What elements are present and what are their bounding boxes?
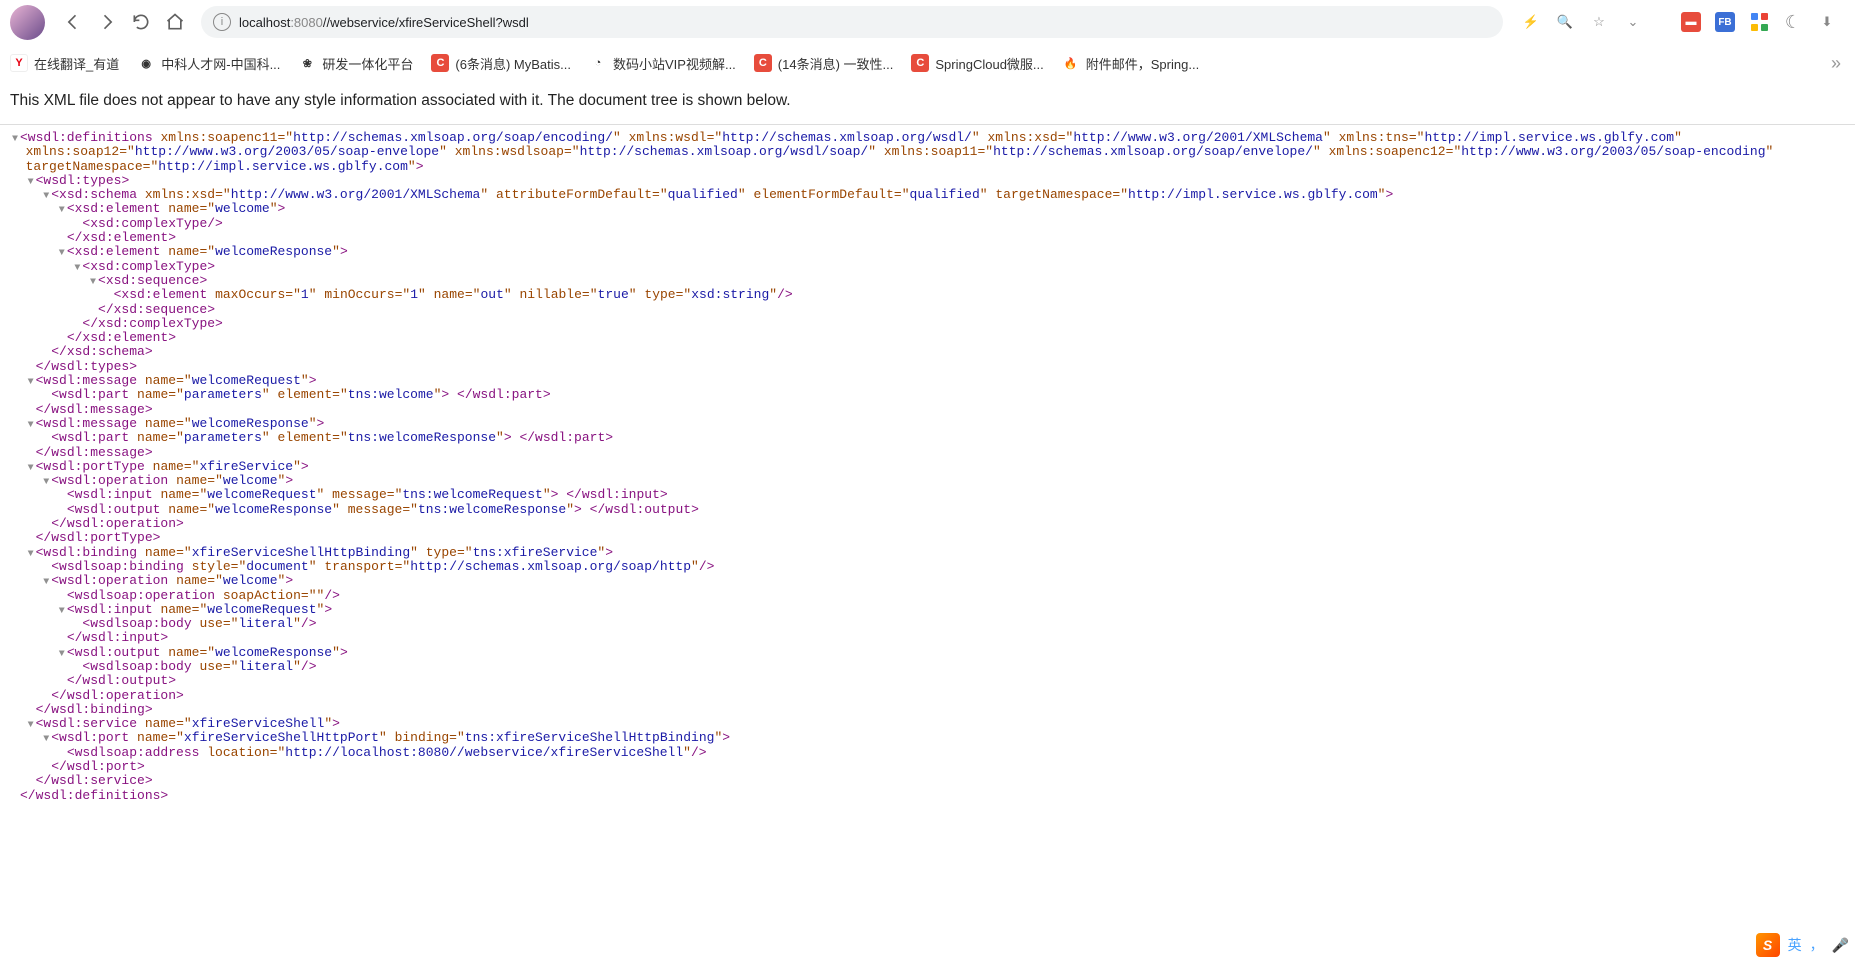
toolbar-right-icons: ⚡ 🔍 ☆ ⌄ ▬ FB ☾ ⬇ xyxy=(1513,12,1845,32)
lightning-icon[interactable]: ⚡ xyxy=(1521,12,1541,32)
bookmark-label: 数码小站VIP视频解... xyxy=(613,54,736,73)
apps-icon[interactable] xyxy=(1749,12,1769,32)
forward-button[interactable] xyxy=(91,6,123,38)
zoom-icon[interactable]: 🔍 xyxy=(1555,12,1575,32)
bookmark-item[interactable]: ◉ 中科人才网-中国科... xyxy=(137,54,280,73)
url-host: localhost:8080//webservice/xfireServiceS… xyxy=(239,15,529,30)
bookmark-label: 附件邮件，Spring... xyxy=(1086,54,1199,73)
bookmark-label: 中科人才网-中国科... xyxy=(161,54,280,73)
address-bar[interactable]: i localhost:8080//webservice/xfireServic… xyxy=(201,6,1503,38)
browser-toolbar: i localhost:8080//webservice/xfireServic… xyxy=(0,0,1855,44)
bookmark-favicon: C xyxy=(911,54,929,72)
xml-source-tree[interactable]: ▼<wsdl:definitions xmlns:soapenc11="http… xyxy=(0,131,1855,813)
bookmark-item[interactable]: Y 在线翻译_有道 xyxy=(10,54,119,73)
bookmark-favicon: Y xyxy=(10,54,28,72)
dark-mode-icon[interactable]: ☾ xyxy=(1783,12,1803,32)
bookmark-label: 在线翻译_有道 xyxy=(34,54,119,73)
bookmark-label: (14条消息) 一致性... xyxy=(778,54,894,73)
bookmarks-bar: Y 在线翻译_有道 ◉ 中科人才网-中国科... ❀ 研发一体化平台 C (6条消息) MyB… xyxy=(0,44,1855,82)
sogou-ime-icon: S xyxy=(1756,933,1780,957)
ime-mic-icon: 🎤 xyxy=(1832,937,1849,954)
profile-avatar[interactable] xyxy=(10,5,45,40)
ime-lang: 英 xyxy=(1788,935,1802,955)
chevron-down-icon[interactable]: ⌄ xyxy=(1623,12,1643,32)
site-info-icon[interactable]: i xyxy=(213,13,231,31)
reload-button[interactable] xyxy=(125,6,157,38)
bookmark-favicon: ◔ xyxy=(589,54,607,72)
bookmark-item[interactable]: ❀ 研发一体化平台 xyxy=(298,54,413,73)
download-icon[interactable]: ⬇ xyxy=(1817,12,1837,32)
bookmark-favicon: C xyxy=(431,54,449,72)
home-button[interactable] xyxy=(159,6,191,38)
bookmark-item[interactable]: ◔ 数码小站VIP视频解... xyxy=(589,54,736,73)
back-button[interactable] xyxy=(57,6,89,38)
bookmark-label: (6条消息) MyBatis... xyxy=(455,54,571,73)
bookmarks-overflow-icon[interactable]: » xyxy=(1827,53,1845,74)
bookmark-favicon: ◉ xyxy=(137,54,155,72)
extension-icon-1[interactable]: ▬ xyxy=(1681,12,1701,32)
bookmark-item[interactable]: C SpringCloud微服... xyxy=(911,54,1043,73)
xml-no-style-message: This XML file does not appear to have an… xyxy=(0,82,1855,120)
ime-comma-icon: ， xyxy=(1810,935,1824,955)
bookmark-item[interactable]: C (14条消息) 一致性... xyxy=(754,54,894,73)
extension-icon-2[interactable]: FB xyxy=(1715,12,1735,32)
star-icon[interactable]: ☆ xyxy=(1589,12,1609,32)
divider xyxy=(0,124,1855,125)
bookmark-favicon: 🔥 xyxy=(1062,54,1080,72)
bookmark-label: SpringCloud微服... xyxy=(935,54,1043,73)
bookmark-favicon: C xyxy=(754,54,772,72)
bookmark-item[interactable]: C (6条消息) MyBatis... xyxy=(431,54,571,73)
ime-indicator[interactable]: S 英 ， 🎤 xyxy=(1756,933,1849,957)
bookmark-item[interactable]: 🔥 附件邮件，Spring... xyxy=(1062,54,1199,73)
bookmark-label: 研发一体化平台 xyxy=(322,54,413,73)
bookmark-favicon: ❀ xyxy=(298,54,316,72)
